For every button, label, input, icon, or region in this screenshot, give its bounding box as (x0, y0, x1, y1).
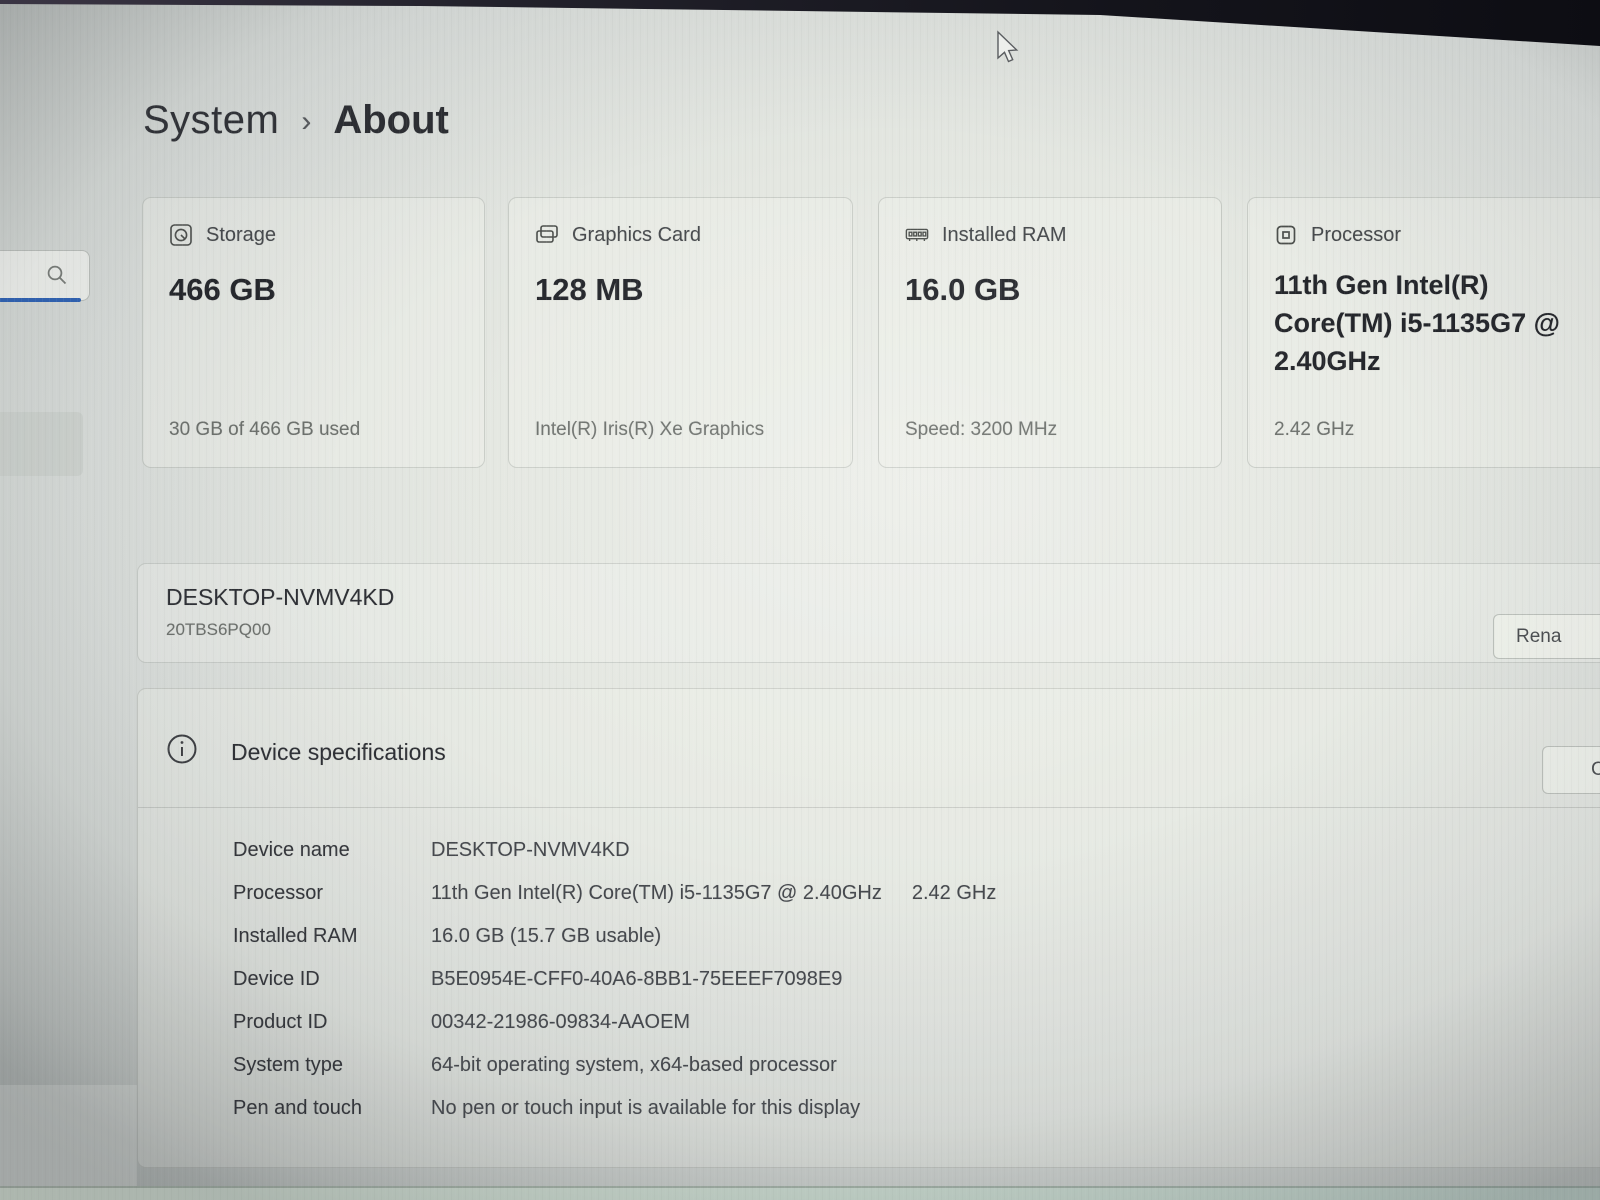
sidebar-bottom-area (0, 1085, 137, 1186)
graphics-card: Graphics Card 128 MB Intel(R) Iris(R) Xe… (508, 197, 853, 468)
device-model: 20TBS6PQ00 (166, 620, 271, 640)
search-focus-underline (0, 298, 81, 302)
spec-value: No pen or touch input is available for t… (431, 1097, 860, 1120)
installed-ram-card: Installed RAM 16.0 GB Speed: 3200 MHz (878, 197, 1222, 468)
spec-label: Installed RAM (233, 925, 431, 948)
spec-value: DESKTOP-NVMV4KD (431, 839, 630, 862)
device-name-card: DESKTOP-NVMV4KD 20TBS6PQ00 Rena (137, 563, 1600, 663)
copy-button[interactable]: C (1542, 746, 1600, 794)
card-label: Processor (1311, 224, 1401, 247)
spec-row-processor: Processor 11th Gen Intel(R) Core(TM) i5-… (138, 872, 1600, 915)
section-title: Device specifications (231, 739, 446, 766)
spec-row-device-name: Device name DESKTOP-NVMV4KD (138, 829, 1600, 872)
spec-label: Product ID (233, 1011, 431, 1034)
spec-value: B5E0954E-CFF0-40A6-8BB1-75EEEF7098E9 (431, 968, 842, 991)
spec-row-system-type: System type 64-bit operating system, x64… (138, 1044, 1600, 1087)
spec-label: Processor (233, 882, 431, 905)
spec-row-product-id: Product ID 00342-21986-09834-AAOEM (138, 1001, 1600, 1044)
spec-row-installed-ram: Installed RAM 16.0 GB (15.7 GB usable) (138, 915, 1600, 958)
card-detail: 2.42 GHz (1274, 419, 1354, 441)
card-detail: Speed: 3200 MHz (905, 419, 1057, 441)
card-label: Storage (206, 224, 276, 247)
hard-drive-icon (169, 223, 193, 247)
spec-label: System type (233, 1054, 431, 1077)
breadcrumb-system-link[interactable]: System (143, 98, 279, 143)
card-detail: Intel(R) Iris(R) Xe Graphics (535, 419, 764, 441)
mouse-cursor-icon (995, 30, 1019, 64)
screen-bezel (0, 0, 1600, 50)
spec-label: Device name (233, 839, 431, 862)
card-value: 466 GB (169, 272, 458, 308)
spec-value: 64-bit operating system, x64-based proce… (431, 1054, 837, 1077)
spec-value: 16.0 GB (15.7 GB usable) (431, 925, 661, 948)
card-label: Graphics Card (572, 224, 701, 247)
rename-pc-button[interactable]: Rena (1493, 614, 1600, 659)
card-label: Installed RAM (942, 224, 1067, 247)
device-specifications-card: Device specifications C Device name DESK… (137, 688, 1600, 1168)
device-name: DESKTOP-NVMV4KD (166, 584, 394, 611)
taskbar-edge (0, 1186, 1600, 1200)
gpu-icon (535, 223, 559, 247)
sidebar-item-highlight[interactable] (0, 412, 83, 476)
search-icon (46, 264, 68, 286)
search-input[interactable] (0, 250, 90, 301)
card-value: 11th Gen Intel(R) Core(TM) i5-1135G7 @ 2… (1274, 266, 1574, 380)
chevron-right-icon: › (301, 105, 311, 139)
spec-label: Pen and touch (233, 1097, 431, 1120)
spec-table: Device name DESKTOP-NVMV4KD Processor 11… (138, 829, 1600, 1130)
info-icon (166, 733, 198, 765)
processor-card: Processor 11th Gen Intel(R) Core(TM) i5-… (1247, 197, 1600, 468)
breadcrumb: System › About (143, 98, 449, 143)
memory-icon (905, 223, 929, 247)
spec-row-pen-and-touch: Pen and touch No pen or touch input is a… (138, 1087, 1600, 1130)
spec-value: 11th Gen Intel(R) Core(TM) i5-1135G7 @ 2… (431, 882, 882, 905)
card-detail: 30 GB of 466 GB used (169, 419, 360, 441)
page-title: About (333, 98, 449, 143)
spec-value: 00342-21986-09834-AAOEM (431, 1011, 690, 1034)
device-specifications-expander[interactable]: Device specifications C (138, 689, 1600, 808)
card-value: 16.0 GB (905, 272, 1195, 308)
storage-card: Storage 466 GB 30 GB of 466 GB used (142, 197, 485, 468)
spec-label: Device ID (233, 968, 431, 991)
card-value: 128 MB (535, 272, 826, 308)
settings-window: System › About Storage 466 GB 30 GB of 4… (0, 0, 1600, 1200)
cpu-icon (1274, 223, 1298, 247)
spec-value-secondary: 2.42 GHz (912, 882, 996, 905)
spec-row-device-id: Device ID B5E0954E-CFF0-40A6-8BB1-75EEEF… (138, 958, 1600, 1001)
